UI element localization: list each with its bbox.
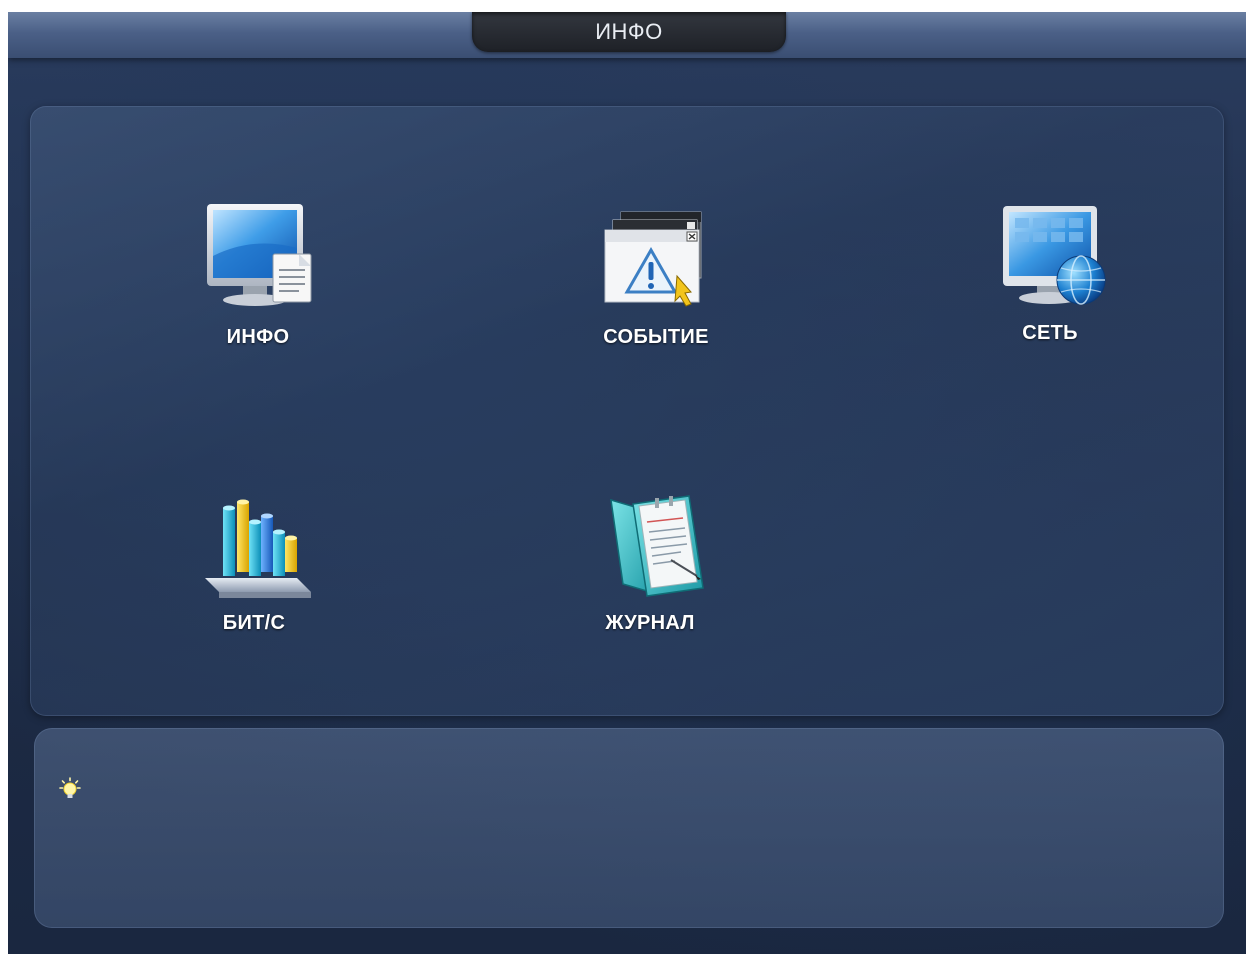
monitor-document-icon: [193, 196, 323, 326]
log-book-icon: [585, 490, 715, 620]
hint-panel: [34, 728, 1224, 928]
menu-item-label: СОБЫТИЕ: [603, 326, 709, 348]
menu-panel: ИНФО СОБЫТИЕ СЕТЬ БИТ/С ЖУРНАЛ: [30, 106, 1224, 716]
menu-item-network[interactable]: СЕТЬ: [950, 202, 1150, 382]
menu-item-info[interactable]: ИНФО: [158, 196, 358, 376]
menu-item-event[interactable]: СОБЫТИЕ: [556, 206, 756, 386]
dvr-screen: ИНФО ИНФО СОБЫТИЕ СЕТЬ БИТ/С ЖУРНАЛ: [8, 12, 1246, 954]
menu-item-label: ИНФО: [226, 326, 290, 348]
monitor-globe-icon: [985, 202, 1115, 332]
title-bar: ИНФО: [8, 12, 1246, 58]
menu-item-label: СЕТЬ: [1022, 322, 1078, 344]
lightbulb-icon: [56, 776, 84, 804]
menu-item-bitrate[interactable]: БИТ/С: [154, 496, 354, 676]
menu-item-log[interactable]: ЖУРНАЛ: [550, 490, 750, 670]
menu-item-label: ЖУРНАЛ: [605, 612, 695, 634]
menu-item-label: БИТ/С: [222, 612, 286, 634]
page-title: ИНФО: [472, 12, 786, 52]
warning-window-icon: [591, 206, 721, 336]
bar-chart-icon: [189, 496, 319, 626]
